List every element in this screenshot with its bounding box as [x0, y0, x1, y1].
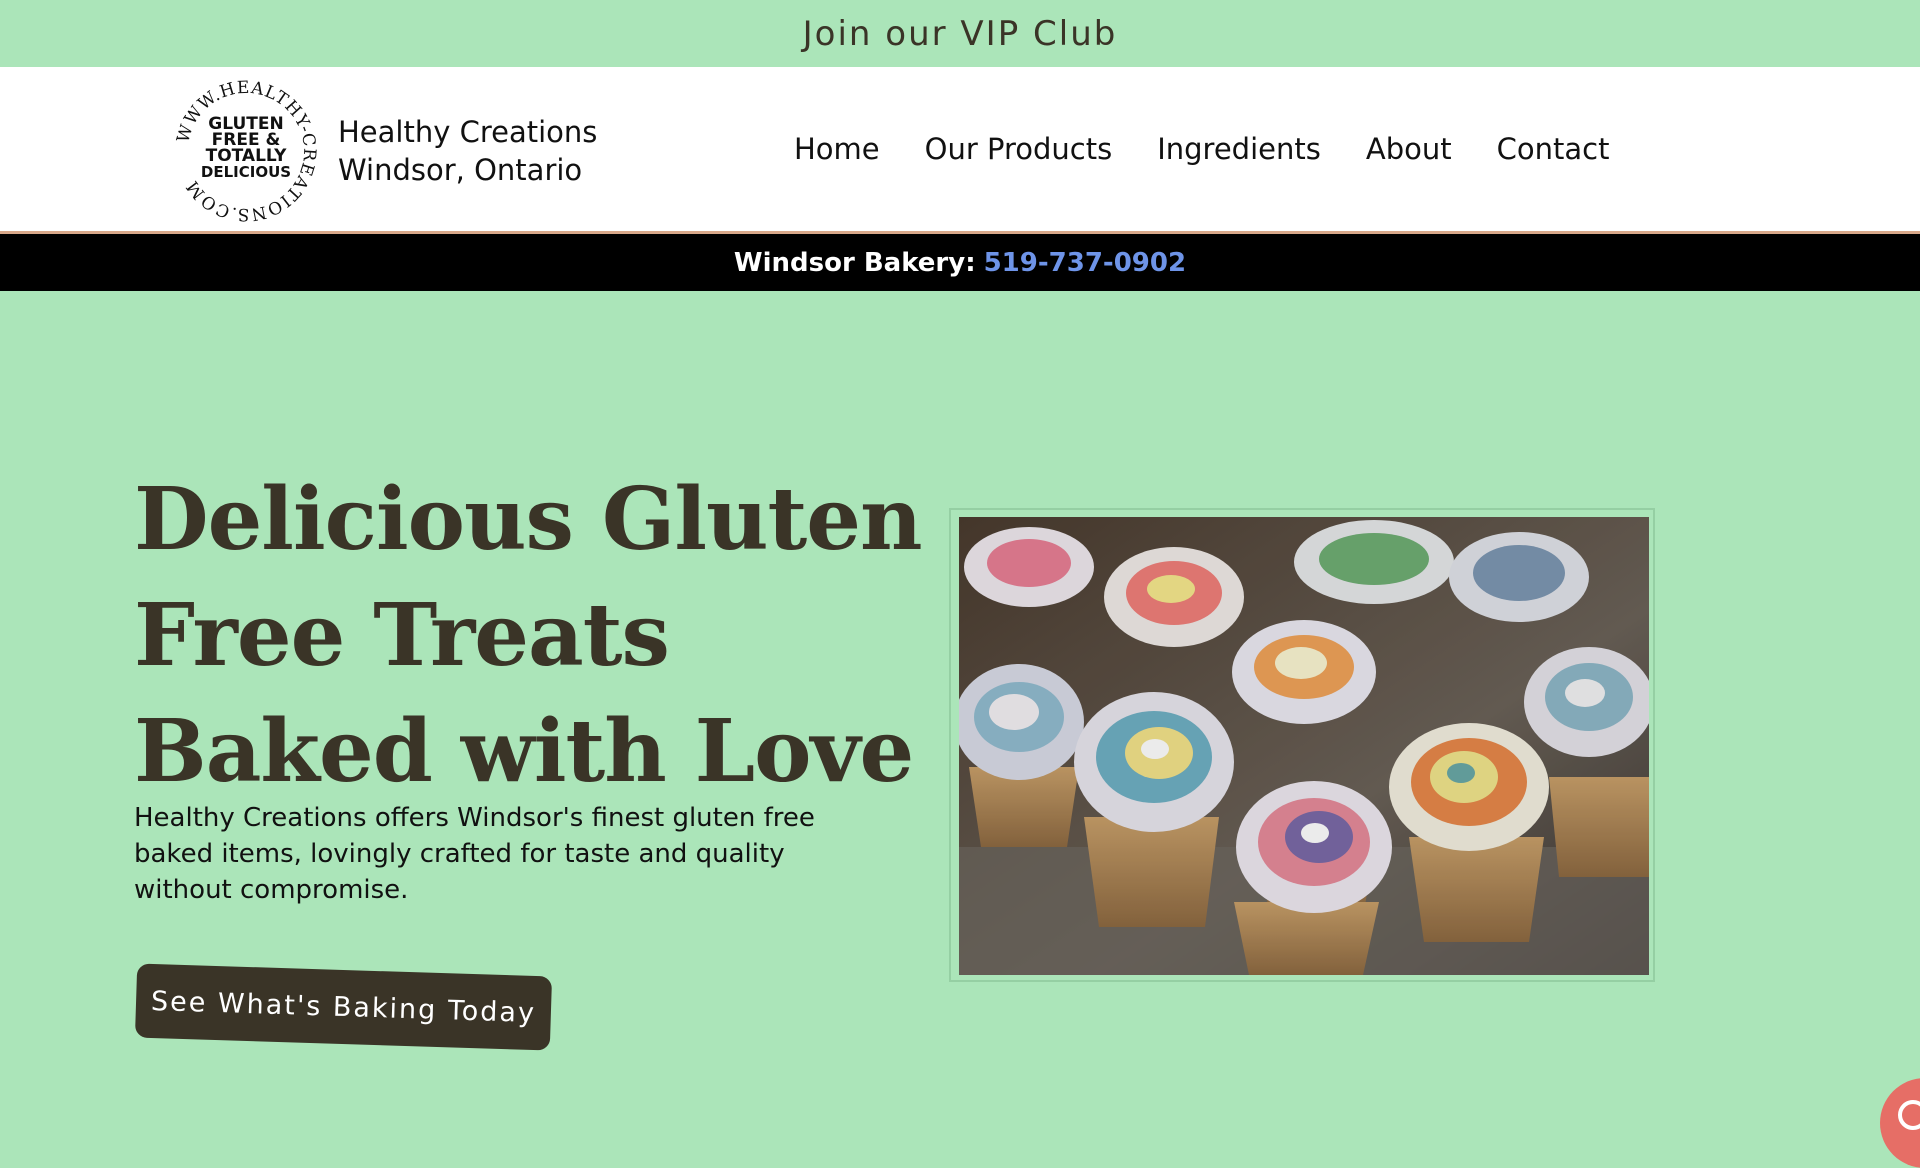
nav-home[interactable]: Home	[794, 132, 880, 166]
cupcakes-image	[959, 517, 1649, 975]
main-nav: Home Our Products Ingredients About Cont…	[794, 67, 1609, 231]
hero-title-line-1: Delicious Gluten	[134, 469, 923, 570]
phone-bar: Windsor Bakery: 519-737-0902	[0, 234, 1920, 291]
hero-image-frame	[949, 508, 1655, 982]
chat-bubble-icon	[1898, 1100, 1920, 1130]
see-whats-baking-button[interactable]: See What's Baking Today	[134, 963, 553, 1051]
nav-ingredients[interactable]: Ingredients	[1157, 132, 1321, 166]
logo-line-4: DELICIOUS	[201, 163, 291, 181]
hero-title-line-2: Free Treats	[134, 585, 670, 686]
brand-logo-icon[interactable]: WWW.HEALTHY-CREATIONS.COM GLUTEN FREE & …	[174, 79, 318, 223]
brand[interactable]: WWW.HEALTHY-CREATIONS.COM GLUTEN FREE & …	[174, 79, 597, 223]
nav-our-products[interactable]: Our Products	[925, 132, 1113, 166]
nav-contact[interactable]: Contact	[1497, 132, 1610, 166]
promo-bar: Join our VIP Club	[0, 0, 1920, 67]
phone-label: Windsor Bakery:	[733, 247, 976, 278]
brand-location: Windsor, Ontario	[338, 153, 583, 187]
nav-about[interactable]: About	[1366, 132, 1452, 166]
vip-club-link[interactable]: Join our VIP Club	[803, 14, 1118, 54]
phone-number-link[interactable]: 519-737-0902	[984, 248, 1187, 278]
hero-description: Healthy Creations offers Windsor's fines…	[134, 803, 815, 905]
hero-title-line-3: Baked with Love	[134, 701, 914, 802]
brand-text: Healthy Creations Windsor, Ontario	[338, 113, 597, 189]
site-header: WWW.HEALTHY-CREATIONS.COM GLUTEN FREE & …	[0, 67, 1920, 234]
hero-title: Delicious Gluten Free Treats Baked with …	[134, 462, 923, 810]
brand-name: Healthy Creations	[338, 115, 598, 149]
chat-bubble-button[interactable]	[1880, 1078, 1920, 1168]
